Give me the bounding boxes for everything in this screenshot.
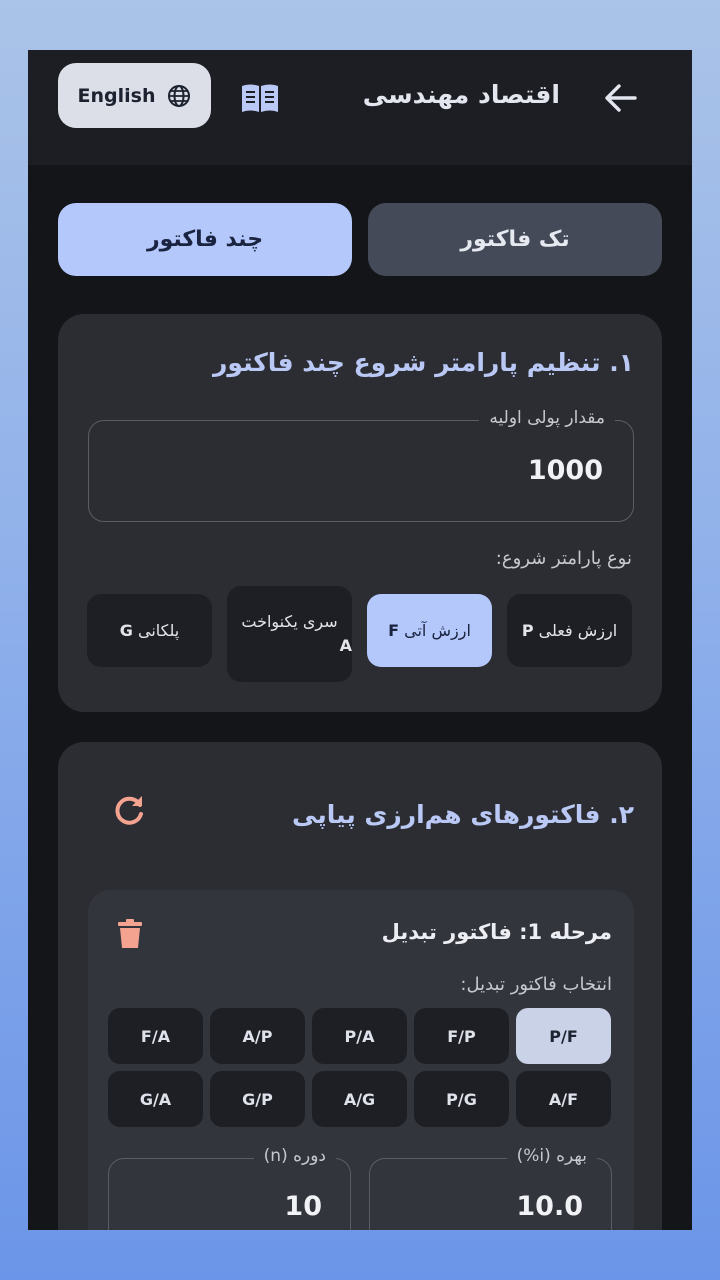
book-icon: [242, 84, 278, 112]
step-prefix: مرحله: [549, 920, 612, 944]
app-screen: اقتصاد مهندسی English تک فاکتور چند فاکت…: [28, 50, 692, 1230]
period-field[interactable]: دوره (n) 10: [108, 1146, 351, 1230]
factor-button-f-a[interactable]: F/A: [108, 1008, 203, 1064]
factor-button-g-p[interactable]: G/P: [210, 1071, 305, 1127]
interest-rate-label: بهره (i%): [506, 1146, 597, 1166]
back-button[interactable]: [600, 78, 640, 118]
language-button[interactable]: English: [58, 63, 211, 128]
factor-button-a-f[interactable]: A/F: [516, 1071, 611, 1127]
option-present-value-text: ارزش فعلی: [538, 620, 618, 640]
interest-rate-field[interactable]: بهره (i%) 10.0: [369, 1146, 612, 1230]
option-gradient-text: پلکانی: [138, 620, 180, 640]
refresh-icon: [115, 796, 143, 825]
start-option-future-value[interactable]: ارزش آتی F: [367, 594, 492, 667]
delete-step-button[interactable]: [114, 916, 146, 952]
tab-multi-factor[interactable]: چند فاکتور: [58, 203, 352, 276]
option-present-value-code: P: [521, 620, 534, 640]
language-label: English: [77, 84, 156, 107]
section1-title: ۱. تنظیم پارامتر شروع چند فاکتور: [213, 348, 634, 377]
reset-button[interactable]: [110, 790, 150, 830]
factor-button-p-a[interactable]: P/A: [312, 1008, 407, 1064]
step-title: مرحله 1: فاکتور تبدیل: [382, 920, 612, 944]
initial-amount-field[interactable]: مقدار پولی اولیه 1000: [88, 408, 634, 522]
period-value: 10: [284, 1191, 322, 1222]
factor-button-p-g[interactable]: P/G: [414, 1071, 509, 1127]
mode-tabs: تک فاکتور چند فاکتور: [58, 203, 662, 276]
initial-amount-value: 1000: [527, 455, 603, 486]
interest-rate-value: 10.0: [516, 1191, 583, 1222]
trash-icon: [118, 919, 142, 948]
option-future-value-code: F: [388, 620, 400, 640]
step-card: مرحله 1: فاکتور تبدیل انتخاب فاکتور تبدی…: [88, 890, 634, 1230]
app-bar: اقتصاد مهندسی English: [28, 50, 692, 165]
start-option-uniform-series[interactable]: سری یکنواخت A: [227, 586, 352, 682]
step-name: فاکتور تبدیل: [381, 920, 512, 944]
period-label: دوره (n): [253, 1146, 336, 1166]
option-uniform-series-text: سری یکنواخت: [241, 612, 338, 631]
tab-single-factor[interactable]: تک فاکتور: [368, 203, 662, 276]
factor-button-f-p[interactable]: F/P: [414, 1008, 509, 1064]
arrow-back-icon: [605, 84, 637, 112]
globe-icon: [168, 84, 191, 107]
section2-title: ۲. فاکتورهای هم‌ارزی پیاپی: [292, 800, 634, 829]
factor-button-g-a[interactable]: G/A: [108, 1071, 203, 1127]
option-future-value-text: ارزش آتی: [404, 620, 471, 640]
factor-select-label: انتخاب فاکتور تبدیل:: [460, 974, 612, 995]
start-option-present-value[interactable]: ارزش فعلی P: [507, 594, 632, 667]
step-number: 1:: [519, 920, 543, 944]
sequential-factors-card: ۲. فاکتورهای هم‌ارزی پیاپی مرحله 1: فاکت…: [58, 742, 662, 1230]
factor-button-a-g[interactable]: A/G: [312, 1071, 407, 1127]
app-title: اقتصاد مهندسی: [362, 80, 560, 109]
start-parameter-card: ۱. تنظیم پارامتر شروع چند فاکتور مقدار پ…: [58, 314, 662, 712]
option-uniform-series-code: A: [339, 636, 352, 655]
factor-button-a-p[interactable]: A/P: [210, 1008, 305, 1064]
guide-button[interactable]: [238, 80, 282, 116]
factor-button-p-f[interactable]: P/F: [516, 1008, 611, 1064]
start-option-gradient[interactable]: پلکانی G: [87, 594, 212, 667]
start-param-label: نوع پارامتر شروع:: [495, 548, 632, 569]
initial-amount-label: مقدار پولی اولیه: [479, 408, 615, 428]
option-gradient-code: G: [119, 620, 133, 640]
